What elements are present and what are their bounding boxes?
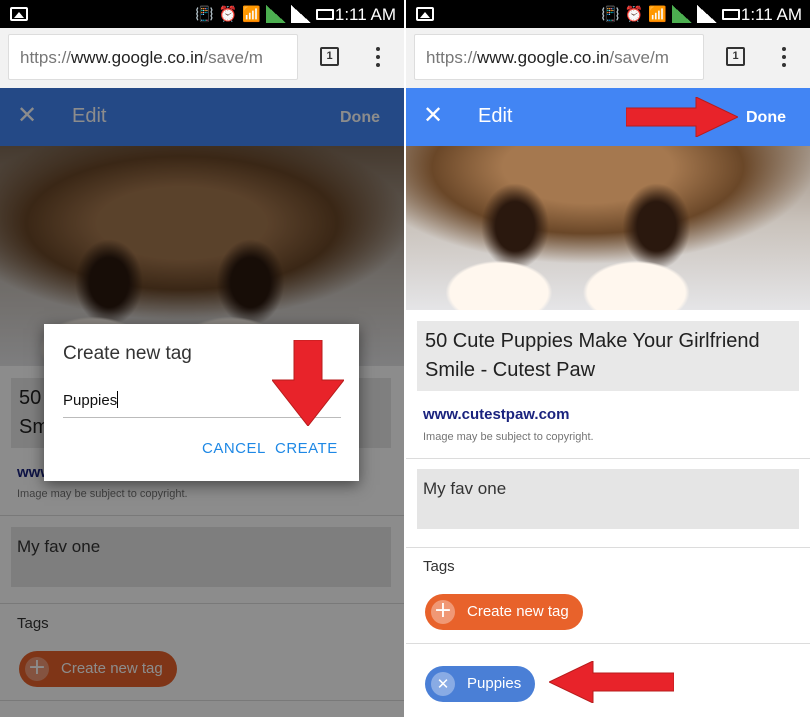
browser-toolbar: https://www.google.co.in/save/m 1	[406, 28, 810, 88]
plus-icon: +	[431, 600, 455, 624]
done-button[interactable]: Done	[746, 109, 786, 127]
left-screenshot: 📳 ⏰ 📶 1:11 AM https://www.google.co.in/s…	[0, 0, 404, 717]
cancel-button[interactable]: CANCEL	[202, 440, 266, 457]
signal-sim1-icon	[266, 5, 286, 23]
battery-icon	[722, 8, 740, 20]
gallery-notification-icon	[10, 7, 28, 21]
wifi-icon: 📶	[648, 5, 667, 23]
vibrate-icon: 📳	[600, 5, 620, 23]
tab-switcher-button[interactable]: 1	[726, 47, 745, 66]
status-bar: 📳 ⏰ 📶 1:11 AM	[0, 0, 404, 28]
url-scheme: https://	[426, 48, 478, 67]
create-new-tag-button[interactable]: + Create new tag	[425, 594, 583, 630]
battery-icon	[316, 8, 334, 20]
signal-sim1-icon	[672, 5, 692, 23]
url-path: /save/m	[609, 48, 669, 67]
close-icon[interactable]: ✕	[423, 101, 443, 129]
edit-title: Edit	[478, 105, 513, 127]
alarm-icon: ⏰	[218, 5, 238, 23]
signal-sim2-icon	[291, 5, 311, 23]
browser-menu-icon[interactable]	[772, 45, 796, 71]
create-button[interactable]: CREATE	[275, 440, 338, 457]
url-path: /save/m	[203, 48, 263, 67]
alarm-icon: ⏰	[624, 5, 644, 23]
page-title-field[interactable]: 50 Cute Puppies Make Your Girlfriend Smi…	[417, 321, 799, 391]
wifi-icon: 📶	[242, 5, 261, 23]
copyright-note: Image may be subject to copyright.	[423, 431, 594, 443]
source-site-link[interactable]: www.cutestpaw.com	[423, 406, 569, 423]
note-field[interactable]: My fav one	[417, 469, 799, 529]
url-field[interactable]: https://www.google.co.in/save/m	[8, 34, 298, 80]
text-caret	[117, 391, 119, 408]
browser-menu-icon[interactable]	[366, 45, 390, 71]
right-screenshot: 📳 ⏰ 📶 1:11 AM https://www.google.co.in/s…	[406, 0, 810, 717]
red-arrow-down-icon	[272, 340, 344, 426]
vibrate-icon: 📳	[194, 5, 214, 23]
status-icons: 📳 ⏰ 📶	[195, 4, 334, 24]
url-scheme: https://	[20, 48, 72, 67]
divider	[406, 547, 810, 548]
tags-label: Tags	[423, 558, 455, 575]
kitten-image	[406, 146, 810, 310]
tag-chip-puppies[interactable]: ✕ Puppies	[425, 666, 535, 702]
status-icons: 📳 ⏰ 📶	[601, 4, 740, 24]
remove-tag-icon[interactable]: ✕	[431, 672, 455, 696]
status-time: 1:11 AM	[334, 5, 396, 24]
tag-chip-label: Puppies	[467, 675, 522, 692]
create-new-tag-label: Create new tag	[467, 603, 569, 620]
browser-toolbar: https://www.google.co.in/save/m 1	[0, 28, 404, 88]
url-domain: www.google.co.in	[477, 48, 610, 67]
status-time: 1:11 AM	[740, 5, 802, 24]
divider	[406, 458, 810, 459]
tab-switcher-button[interactable]: 1	[320, 47, 339, 66]
url-field[interactable]: https://www.google.co.in/save/m	[414, 34, 704, 80]
gallery-notification-icon	[416, 7, 434, 21]
url-domain: www.google.co.in	[71, 48, 204, 67]
red-arrow-right-icon	[626, 97, 738, 137]
red-arrow-left-icon	[549, 661, 674, 703]
edit-app-bar: ✕ Edit Done	[406, 88, 810, 146]
divider	[406, 643, 810, 644]
signal-sim2-icon	[697, 5, 717, 23]
tag-name-value: Puppies	[63, 392, 118, 409]
dialog-title: Create new tag	[63, 343, 192, 364]
status-bar: 📳 ⏰ 📶 1:11 AM	[406, 0, 810, 28]
